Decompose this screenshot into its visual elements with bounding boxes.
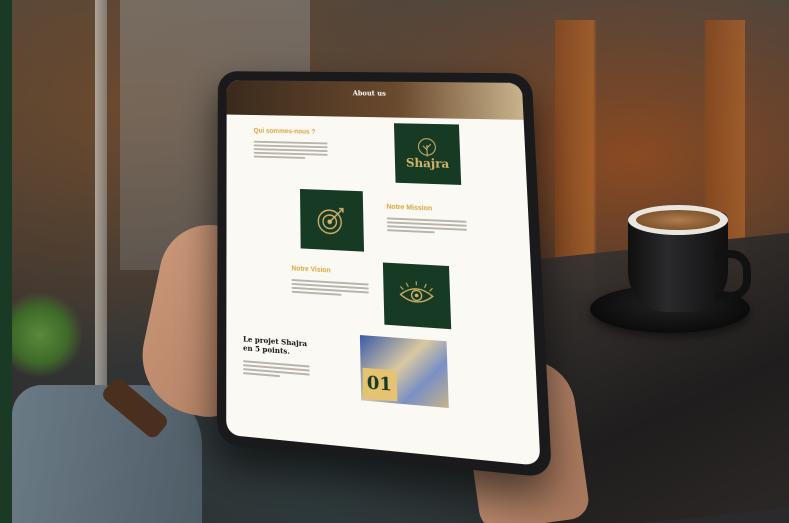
section-vision-heading: Notre Vision <box>291 265 331 275</box>
section-mission-heading: Notre Mission <box>386 203 433 213</box>
section-who: Qui sommes-nous ? Shajra <box>227 115 528 192</box>
tablet: About us Qui sommes-nous ? Shajra Notre … <box>216 71 553 478</box>
eye-icon <box>396 279 437 312</box>
section-vision-text <box>291 279 369 299</box>
project-title: Le projet Shajra en 5 points. <box>243 334 308 356</box>
frame-bar <box>0 0 12 523</box>
target-icon <box>314 202 349 238</box>
brand-tile: Shajra <box>393 123 462 185</box>
project-list <box>243 360 310 381</box>
hero-title: About us <box>352 88 386 98</box>
cup-handle <box>715 250 751 300</box>
coffee <box>636 210 720 230</box>
photo-scene: About us Qui sommes-nous ? Shajra Notre … <box>0 0 789 523</box>
project-number: 01 <box>366 372 393 396</box>
vision-tile <box>382 262 452 330</box>
hero-banner: About us <box>226 80 524 120</box>
mission-tile <box>300 188 365 252</box>
section-who-text <box>253 140 328 162</box>
tablet-screen: About us Qui sommes-nous ? Shajra Notre … <box>226 80 541 466</box>
brand-name: Shajra <box>405 156 450 171</box>
section-who-heading: Qui sommes-nous ? <box>253 127 316 136</box>
section-mission-text <box>386 217 468 236</box>
project-section: Le projet Shajra en 5 points. 01 <box>226 318 539 436</box>
plant <box>12 290 82 380</box>
